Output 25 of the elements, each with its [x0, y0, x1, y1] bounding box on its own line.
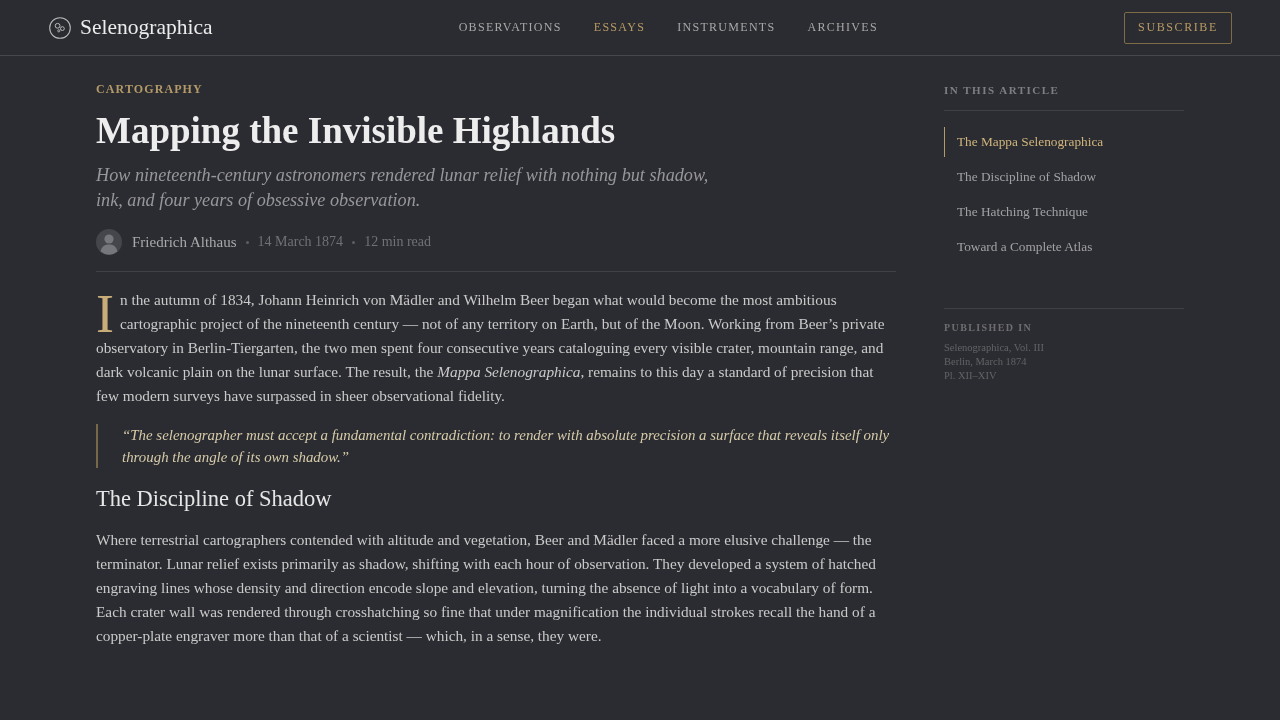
- toc-title: IN THIS ARTICLE: [944, 82, 1184, 111]
- author-name[interactable]: Friedrich Althaus: [132, 233, 237, 251]
- nav-link[interactable]: INSTRUMENTS: [677, 20, 776, 35]
- article-title: Mapping the Invisible Highlands: [96, 109, 617, 153]
- separator-dot-icon: [245, 240, 249, 244]
- toc-link[interactable]: The Discipline of Shadow: [944, 162, 1184, 192]
- site-name[interactable]: Selenographica: [80, 15, 213, 40]
- logo-icon: [49, 16, 71, 39]
- pull-quote: “The selenographer must accept a fundamental contradiction: to render with absolute precision a surface that reveals itself only through the angle of its own shadow.”: [96, 424, 896, 468]
- nav-link[interactable]: ESSAYS: [593, 20, 646, 35]
- body-paragraph: Where terrestrial cartographers contended with altitude and vegetation, Beer and Mädler faced a more elusive challenge — the terminator. Lunar relief exists primarily as shadow, shifting with each hour of observation. They developed a system of hatched engraving lines whose density and direction encode slope and elevation, turning the absence of light into a vocabulary of form. Each crater wall was rendered through crosshatching so fine that under magnification the individual strokes recall the hand of a copper-plate engraver more than that of a scientist — which, in a sense, they were.: [96, 530, 877, 646]
- section-heading: The Discipline of Shadow: [96, 485, 333, 513]
- subscribe-button[interactable]: SUBSCRIBE: [1124, 11, 1232, 44]
- separator-dot-icon: [352, 240, 356, 244]
- toc-link[interactable]: The Mappa Selenographica: [944, 127, 1184, 157]
- published-in-label: PUBLISHED IN: [944, 321, 1034, 335]
- article-subtitle: How nineteenth-century astronomers rendered lunar relief with nothing but shadow, ink, and four years of obsessive observation.: [96, 164, 710, 212]
- person-avatar-icon: [96, 229, 122, 255]
- read-time: 12 min read: [364, 234, 431, 250]
- nav-link[interactable]: ARCHIVES: [807, 20, 878, 35]
- category-label: CARTOGRAPHY: [96, 81, 204, 97]
- toc-link[interactable]: Toward a Complete Atlas: [944, 232, 1184, 262]
- nav-link[interactable]: OBSERVATIONS: [458, 20, 562, 35]
- toc-link[interactable]: The Hatching Technique: [944, 197, 1184, 227]
- publish-date: 14 March 1874: [257, 234, 344, 250]
